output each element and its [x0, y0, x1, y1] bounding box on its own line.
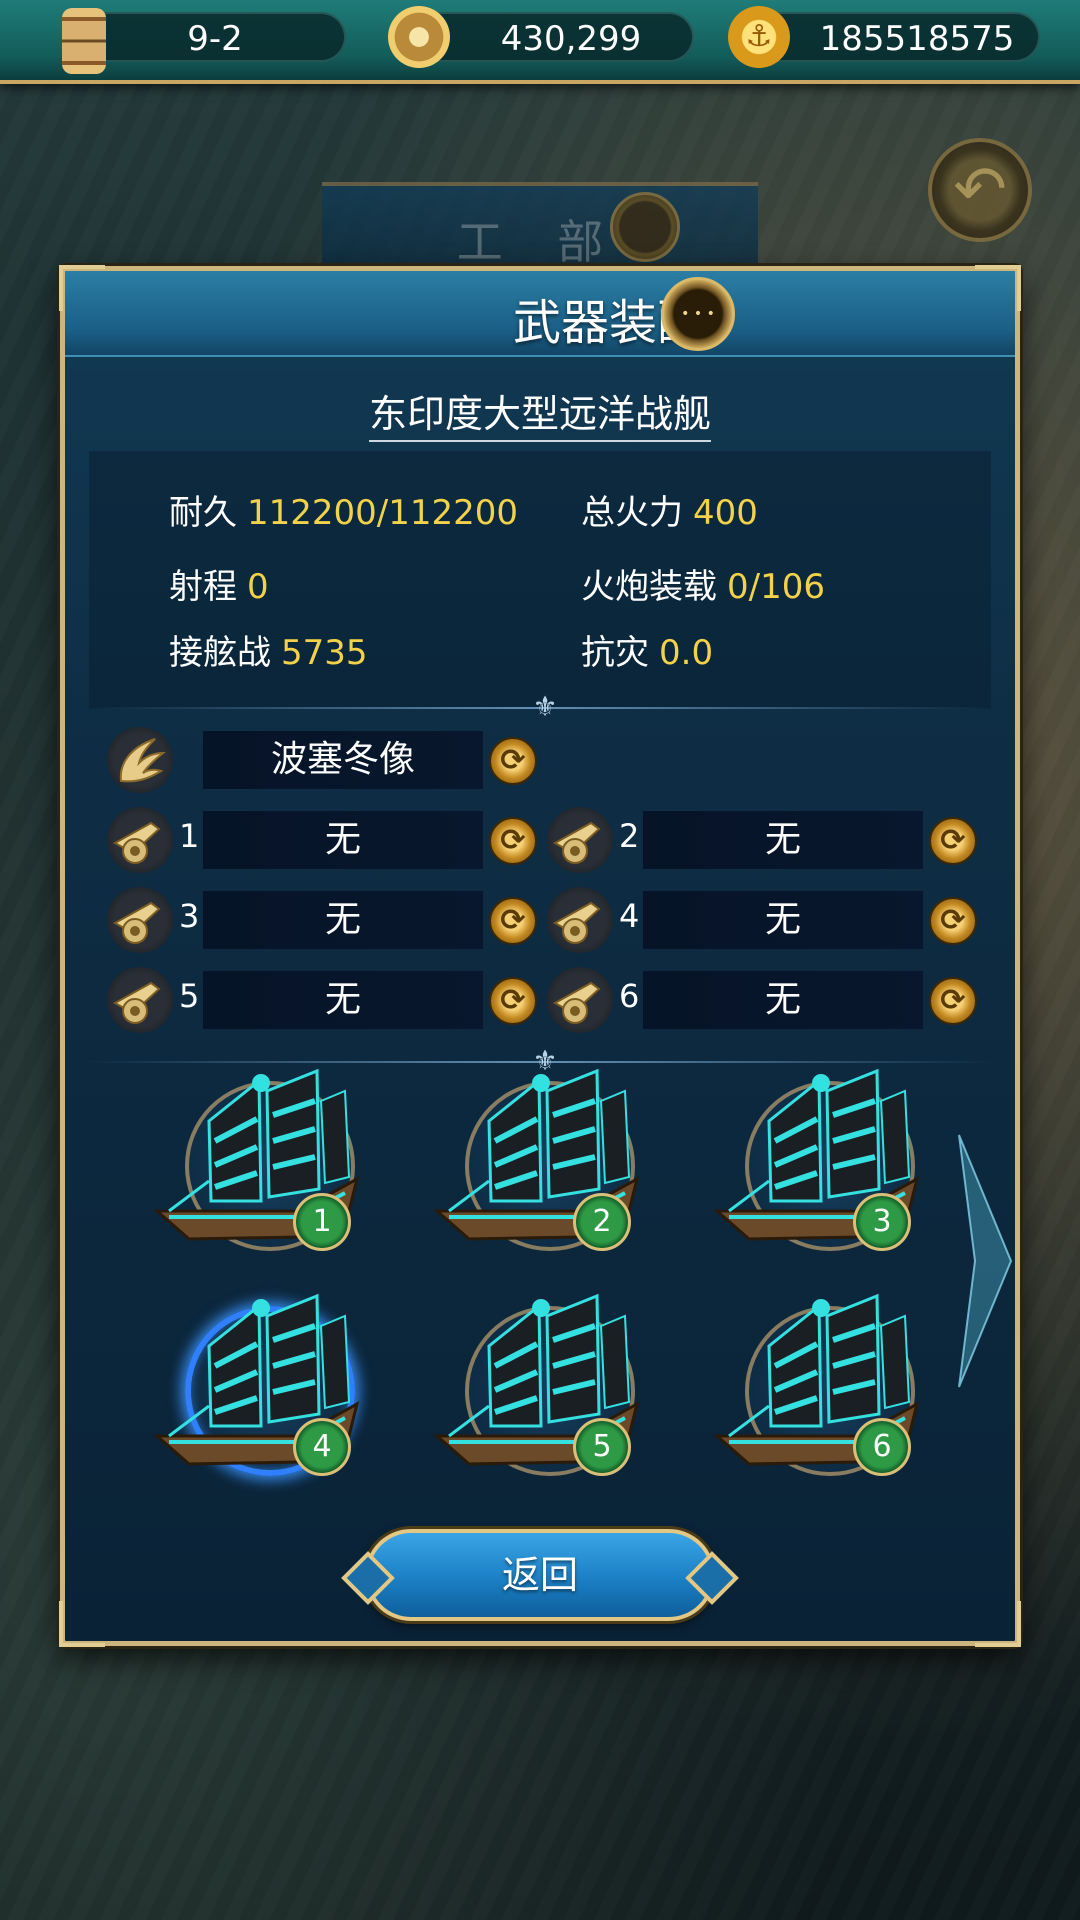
ship-number-badge: 1: [293, 1193, 351, 1251]
divider-ornament: ⚜: [532, 690, 558, 723]
frame-corner: [59, 1601, 105, 1647]
ship-number-badge: 5: [573, 1418, 631, 1476]
cannon-icon: [547, 967, 613, 1033]
stat-value: 400: [693, 493, 758, 533]
stat-value: 112200/112200: [247, 493, 519, 533]
compass-icon: [388, 6, 450, 68]
ship-card[interactable]: 5: [429, 1286, 659, 1496]
cannon-slot-1[interactable]: 无: [203, 811, 483, 869]
weapon-equip-modal: 武器装配 东印度大型远洋战舰 耐久112200/112200 总火力400 射程…: [59, 265, 1021, 1647]
modal-title: 武器装配: [512, 295, 705, 351]
stage-pill: 9-2: [80, 12, 346, 62]
hourglass-icon: [62, 8, 106, 74]
cannon-icon: [547, 807, 613, 873]
stat-label: 射程: [169, 567, 237, 607]
stat-value: 0.0: [659, 633, 714, 673]
top-resource-bar: 9-2 430,299 185518575: [0, 0, 1080, 84]
gold-value: 185518575: [819, 19, 1015, 59]
stat-range: 射程 0: [169, 559, 269, 608]
swap-icon[interactable]: [489, 817, 537, 865]
stat-value: 5735: [281, 633, 368, 673]
stat-value: 0: [247, 567, 269, 607]
swap-icon[interactable]: [489, 737, 537, 785]
stat-label: 火炮装载: [581, 567, 717, 607]
swap-icon[interactable]: [489, 897, 537, 945]
ship-card[interactable]: 2: [429, 1061, 659, 1271]
swap-icon[interactable]: [929, 977, 977, 1025]
ship-name: 东印度大型远洋战舰: [65, 383, 1015, 442]
frame-corner: [975, 1601, 1021, 1647]
stage-value: 9-2: [187, 19, 243, 59]
stat-label: 耐久: [169, 493, 237, 533]
stat-label: 接舷战: [169, 633, 271, 673]
ship-card[interactable]: 3: [709, 1061, 939, 1271]
cannon-icon: [107, 807, 173, 873]
cannon-slot-3[interactable]: 无: [203, 891, 483, 949]
swap-icon[interactable]: [929, 817, 977, 865]
cannon-icon: [107, 967, 173, 1033]
back-arrow-icon[interactable]: [928, 138, 1032, 242]
stat-disaster-resist: 抗灾 0.0: [581, 625, 713, 674]
wing-icon: [107, 727, 173, 793]
chat-icon[interactable]: [661, 277, 735, 351]
swap-icon[interactable]: [489, 977, 537, 1025]
swap-icon[interactable]: [929, 897, 977, 945]
ship-number-badge: 4: [293, 1418, 351, 1476]
cannon-slot-6[interactable]: 无: [643, 971, 923, 1029]
return-button[interactable]: 返回: [365, 1529, 715, 1621]
gold-pill: 185518575: [750, 12, 1040, 62]
ship-number-badge: 3: [853, 1193, 911, 1251]
stat-cannon-load: 火炮装载 0/106: [581, 559, 825, 608]
cannon-slot-4[interactable]: 无: [643, 891, 923, 949]
cannon-slot-2[interactable]: 无: [643, 811, 923, 869]
cannon-icon: [547, 887, 613, 953]
ship-card[interactable]: 6: [709, 1286, 939, 1496]
cannon-icon: [107, 887, 173, 953]
ship-card[interactable]: 1: [149, 1061, 379, 1271]
ship-card[interactable]: 4: [149, 1286, 379, 1496]
ship-number-badge: 2: [573, 1193, 631, 1251]
stat-firepower: 总火力 400: [581, 485, 758, 534]
dept-title: 工 部: [456, 215, 624, 269]
stat-label: 总火力: [581, 493, 683, 533]
stat-durability: 耐久 112200/112200: [169, 485, 518, 534]
chat-icon: [610, 192, 680, 262]
modal-title-band: 武器装配: [65, 271, 1015, 357]
ship-name-text: 东印度大型远洋战舰: [368, 392, 711, 442]
next-page-arrow-icon[interactable]: [955, 1131, 1015, 1391]
stat-value: 0/106: [727, 567, 825, 607]
figurehead-slot[interactable]: 波塞冬像: [203, 731, 483, 789]
ship-number-badge: 6: [853, 1418, 911, 1476]
gold-coin-icon: [728, 6, 790, 68]
cannon-slot-5[interactable]: 无: [203, 971, 483, 1029]
stat-label: 抗灾: [581, 633, 649, 673]
compass-value: 430,299: [500, 19, 642, 59]
dept-header: 工 部: [322, 182, 758, 274]
stat-boarding: 接舷战 5735: [169, 625, 368, 674]
